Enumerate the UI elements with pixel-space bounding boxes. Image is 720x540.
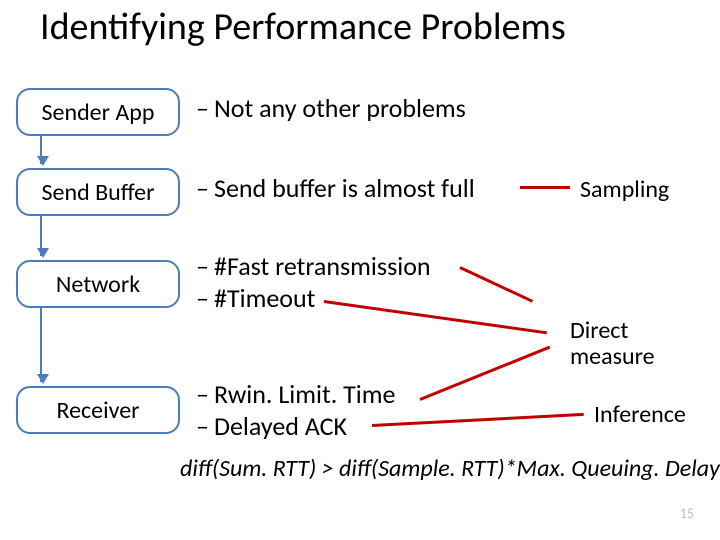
box-send-buffer: Send Buffer [16, 168, 180, 216]
label-sampling: Sampling [580, 175, 669, 204]
box-network: Network [16, 260, 180, 308]
bullet-receiver-rwin: –Rwin. Limit. Time [196, 378, 395, 410]
box-label: Sender App [41, 98, 154, 127]
label-text: measure [570, 342, 655, 371]
connector-line-icon [419, 346, 550, 401]
box-sender-app: Sender App [16, 88, 180, 136]
box-label: Send Buffer [42, 178, 155, 207]
box-receiver: Receiver [16, 386, 180, 434]
box-label: Network [56, 270, 140, 299]
connector-line-icon [324, 300, 547, 334]
bullet-text: Rwin. Limit. Time [214, 378, 395, 410]
bullet-text: #Timeout [214, 282, 315, 314]
bullet-send-buffer: –Send buffer is almost full [196, 172, 475, 204]
connector-line-icon [372, 413, 584, 427]
bullet-network-fast: –#Fast retransmission [196, 250, 431, 282]
connector-line-icon [520, 186, 570, 189]
slide: { "title": "Identifying Performance Prob… [0, 0, 720, 540]
label-inference: Inference [594, 400, 686, 429]
label-text: Direct [570, 316, 628, 345]
bullet-text: Delayed ACK [214, 410, 347, 442]
arrow-down-icon [40, 214, 42, 256]
page-number: 15 [680, 505, 694, 522]
label-direct-measure: Direct measure [570, 318, 655, 371]
bullet-text: Send buffer is almost full [214, 172, 475, 204]
connector-line-icon [459, 266, 533, 303]
bullet-receiver-ack: –Delayed ACK [196, 410, 347, 442]
arrow-down-icon [40, 134, 42, 164]
arrow-down-icon [40, 306, 42, 382]
bullet-text: Not any other problems [214, 92, 466, 124]
slide-title: Identifying Performance Problems [40, 4, 566, 50]
bullet-text: #Fast retransmission [214, 250, 431, 282]
formula-text: diff(Sum. RTT) > diff(Sample. RTT)*Max. … [180, 454, 720, 483]
box-label: Receiver [56, 396, 139, 425]
bullet-sender-app: –Not any other problems [196, 92, 466, 124]
bullet-network-timeout: –#Timeout [196, 282, 315, 314]
